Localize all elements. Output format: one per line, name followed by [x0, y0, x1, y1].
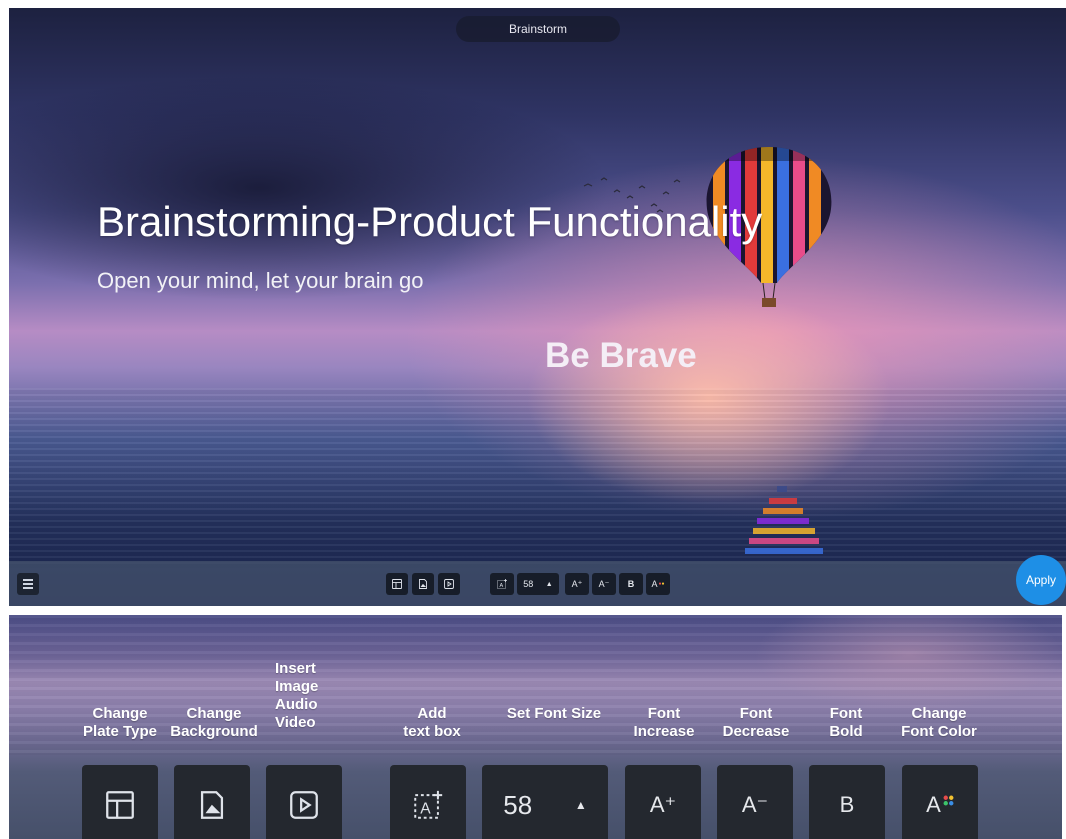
- balloon-reflection-image: [745, 486, 823, 554]
- label-change-font-color: Change Font Color: [901, 705, 977, 740]
- caret-up-icon[interactable]: ▲: [546, 581, 553, 588]
- menu-button[interactable]: [17, 573, 39, 595]
- change-background-button-large[interactable]: [174, 765, 250, 839]
- change-plate-type-button-large[interactable]: [82, 765, 158, 839]
- label-insert-media: Insert Image Audio Video: [275, 660, 319, 731]
- label-font-bold: Font Bold: [829, 705, 863, 740]
- background-image-icon: [200, 791, 224, 819]
- editor-screen: Brainstorm Brainstorming-Product Functio…: [9, 8, 1066, 606]
- media-play-icon: [444, 579, 454, 589]
- font-bold-button[interactable]: B: [619, 573, 643, 595]
- add-textbox-icon: A: [497, 579, 507, 589]
- toolbar-callout-panel: Change Plate Type Change Background Inse…: [9, 615, 1062, 839]
- change-background-button[interactable]: [412, 573, 434, 595]
- font-bold-button-large[interactable]: B: [809, 765, 885, 839]
- font-color-button[interactable]: A ●●: [646, 573, 670, 595]
- add-textbox-button-large[interactable]: A: [390, 765, 466, 839]
- font-increase-button[interactable]: A⁺: [565, 573, 589, 595]
- bottom-toolbar: A 58 ▲ A⁺ A⁻ B A ●●: [9, 561, 1066, 606]
- svg-text:A: A: [500, 583, 504, 589]
- font-decrease-button[interactable]: A⁻: [592, 573, 616, 595]
- svg-text:A: A: [420, 801, 431, 818]
- media-play-icon: [290, 791, 318, 819]
- caret-up-icon[interactable]: ▲: [575, 798, 587, 812]
- font-increase-button-large[interactable]: A⁺: [625, 765, 701, 839]
- slide-title[interactable]: Brainstorming-Product Functionality: [97, 198, 762, 246]
- font-size-control[interactable]: 58 ▲: [517, 573, 559, 595]
- plate-type-icon: [392, 579, 402, 589]
- font-size-value: 58: [523, 579, 534, 589]
- apply-button[interactable]: Apply: [1016, 555, 1066, 605]
- color-dots-icon: [943, 795, 954, 805]
- font-color-button-large[interactable]: A: [902, 765, 978, 839]
- font-decrease-button-large[interactable]: A⁻: [717, 765, 793, 839]
- plate-type-icon: [106, 791, 134, 819]
- font-size-control-large[interactable]: 58 ▲: [482, 765, 608, 839]
- menu-icon: [23, 579, 33, 581]
- window-title: Brainstorm: [456, 16, 620, 42]
- label-change-plate-type: Change Plate Type: [83, 705, 157, 740]
- label-add-text-box: Add text box: [403, 705, 461, 740]
- label-font-increase: Font Increase: [633, 705, 695, 740]
- add-textbox-icon: A: [414, 790, 443, 819]
- font-size-value-large: 58: [503, 789, 533, 820]
- label-change-background: Change Background: [170, 705, 258, 740]
- label-font-decrease: Font Decrease: [722, 705, 790, 740]
- insert-media-button[interactable]: [438, 573, 460, 595]
- slide-callout-text[interactable]: Be Brave: [545, 336, 697, 376]
- insert-media-button-large[interactable]: [266, 765, 342, 839]
- color-dots-icon: ●●: [658, 581, 665, 587]
- background-image-icon: [419, 579, 427, 589]
- add-textbox-button[interactable]: A: [490, 573, 514, 595]
- label-set-font-size: Set Font Size: [506, 705, 602, 722]
- change-plate-type-button[interactable]: [386, 573, 408, 595]
- slide-subtitle[interactable]: Open your mind, let your brain go: [97, 268, 424, 294]
